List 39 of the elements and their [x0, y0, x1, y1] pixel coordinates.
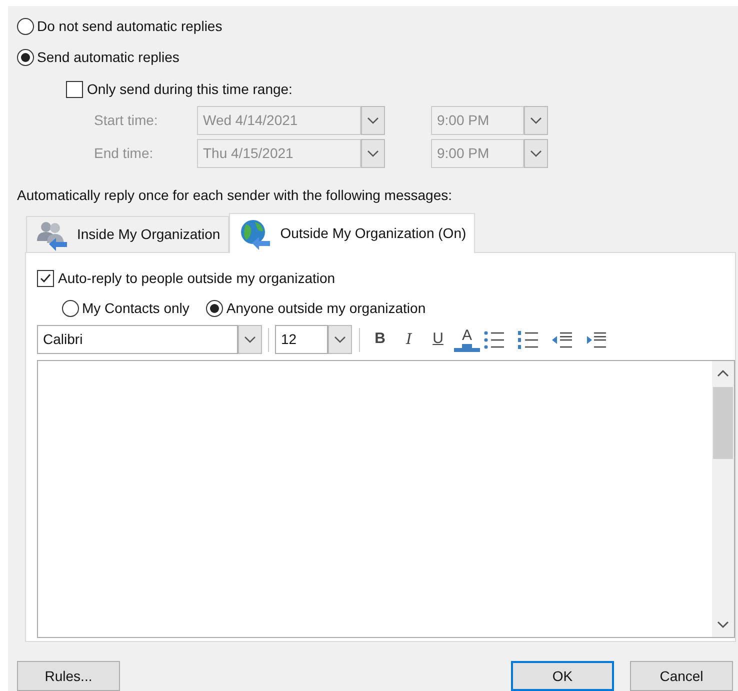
- chevron-down-icon: [367, 116, 379, 124]
- dialog-button[interactable]: Rules...: [17, 661, 120, 691]
- scrollbar[interactable]: [712, 361, 734, 637]
- field-label: Start time:: [94, 111, 159, 130]
- chevron-down-icon: [367, 150, 379, 158]
- radio-label: Do not send automatic replies: [37, 17, 222, 36]
- scroll-up-icon[interactable]: [717, 369, 729, 377]
- chevron-down-icon: [334, 336, 346, 344]
- radio-button[interactable]: [17, 18, 34, 35]
- numbered-list-icon[interactable]: [517, 330, 539, 350]
- scroll-down-icon[interactable]: [717, 621, 729, 629]
- scroll-thumb[interactable]: [713, 387, 733, 459]
- dialog-button[interactable]: Cancel: [630, 661, 733, 691]
- checkbox[interactable]: [37, 270, 54, 287]
- radio-button[interactable]: [206, 300, 224, 317]
- globe-arrow-icon: [238, 218, 272, 250]
- radio-label: My Contacts only: [82, 299, 190, 318]
- field-label: End time:: [94, 144, 154, 163]
- color-button[interactable]: A: [454, 328, 480, 352]
- chevron-down-icon: [244, 336, 256, 344]
- tab[interactable]: Inside My Organization: [26, 216, 230, 252]
- checkbox-label: Auto-reply to people outside my organization: [58, 269, 336, 288]
- bullet-list-icon[interactable]: [483, 330, 505, 350]
- decrease-indent-icon[interactable]: [551, 330, 573, 350]
- tab[interactable]: Outside My Organization (On): [229, 213, 476, 253]
- chevron-down-icon: [530, 116, 542, 124]
- increase-indent-icon[interactable]: [585, 330, 607, 350]
- section-label: Automatically reply once for each sender with the following messages:: [17, 186, 453, 205]
- radio-label: Send automatic replies: [37, 48, 180, 67]
- italic-button[interactable]: I: [396, 328, 422, 352]
- checkmark-icon: [39, 272, 52, 285]
- radio-button[interactable]: [62, 300, 79, 317]
- radio-label: Anyone outside my organization: [226, 299, 426, 318]
- chevron-down-icon: [530, 150, 542, 158]
- bold-button[interactable]: B: [367, 328, 393, 352]
- underline-button[interactable]: U: [425, 328, 451, 352]
- radio-button[interactable]: [17, 49, 34, 66]
- checkbox-label: Only send during this time range:: [87, 80, 292, 99]
- dialog-button[interactable]: OK: [511, 661, 614, 691]
